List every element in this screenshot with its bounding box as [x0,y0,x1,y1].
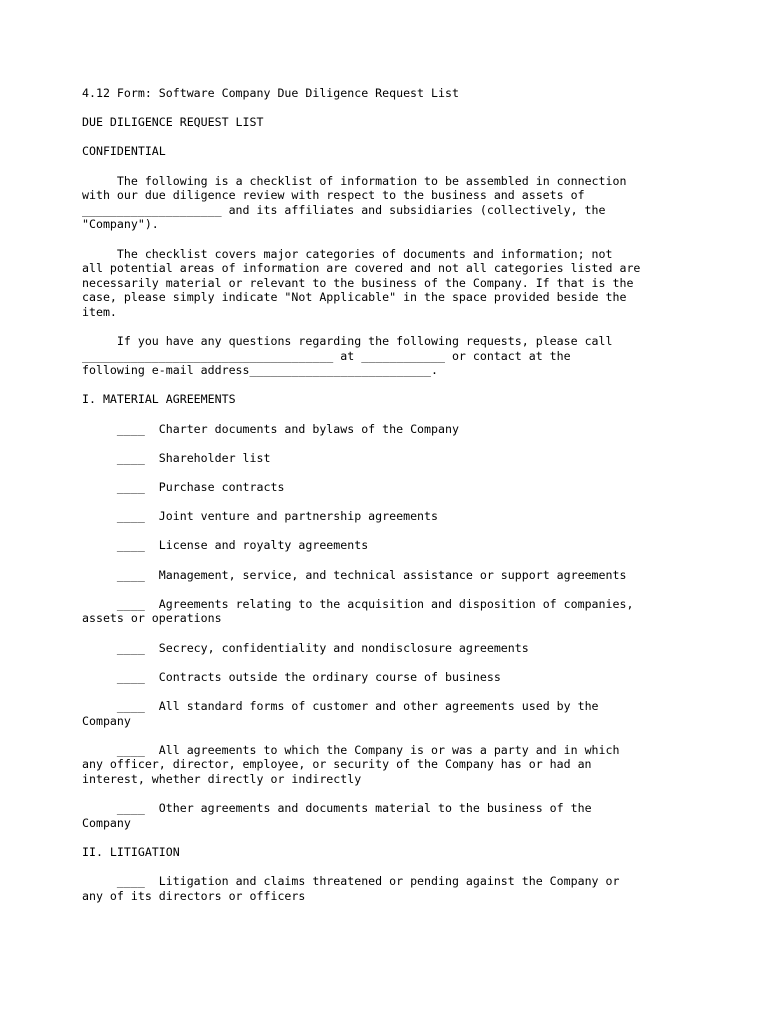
checklist-item[interactable]: ____ Contracts outside the ordinary cour… [82,670,702,685]
checklist-item[interactable]: ____ Agreements relating to the acquisit… [82,597,702,626]
section-heading-litigation: II. LITIGATION [82,844,180,859]
form-number-and-title: 4.12 Form: Software Company Due Diligenc… [82,86,459,100]
contact-paragraph: If you have any questions regarding the … [82,334,613,378]
confidentiality-notice: CONFIDENTIAL [82,144,166,159]
document-page: 4.12 Form: Software Company Due Diligenc… [0,0,770,1024]
checklist-item[interactable]: ____ Joint venture and partnership agree… [82,509,702,524]
checklist-item[interactable]: ____ All agreements to which the Company… [82,743,702,787]
checklist-item[interactable]: ____ Litigation and claims threatened or… [82,874,702,903]
scope-paragraph: The checklist covers major categories of… [82,246,641,319]
checklist-item[interactable]: ____ Shareholder list [82,451,702,466]
checklist-item[interactable]: ____ Management, service, and technical … [82,568,702,583]
document-body: 4.12 Form: Software Company Due Diligenc… [82,86,702,903]
checklist-item[interactable]: ____ Other agreements and documents mate… [82,801,702,830]
checklist-item[interactable]: ____ All standard forms of customer and … [82,699,702,728]
checklist-item[interactable]: ____ Purchase contracts [82,480,702,495]
section-heading-material-agreements: I. MATERIAL AGREEMENTS [82,392,236,407]
checklist-item[interactable]: ____ Charter documents and bylaws of the… [82,422,702,437]
intro-paragraph: The following is a checklist of informat… [82,173,627,232]
checklist-item[interactable]: ____ License and royalty agreements [82,538,702,553]
checklist-item[interactable]: ____ Secrecy, confidentiality and nondis… [82,641,702,656]
document-heading: DUE DILIGENCE REQUEST LIST [82,115,264,130]
